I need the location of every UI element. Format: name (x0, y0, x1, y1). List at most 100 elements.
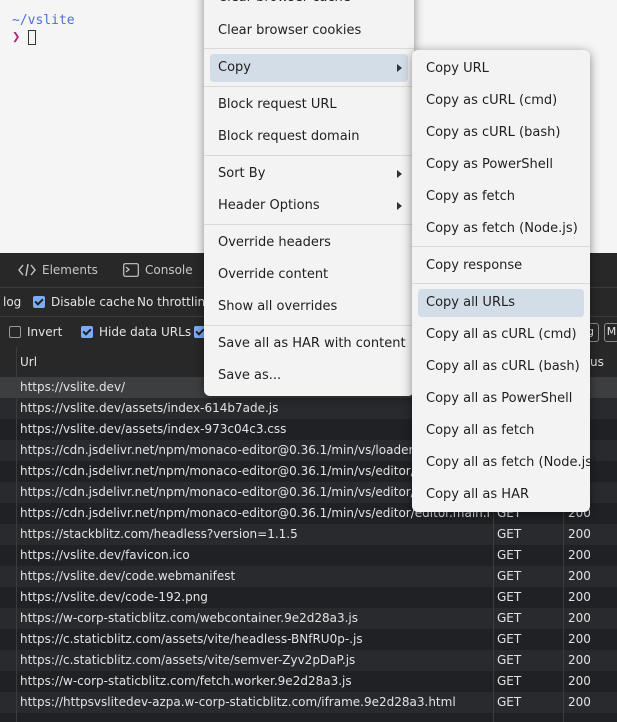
menu-separator (204, 86, 414, 87)
chevron-right-icon (397, 170, 402, 178)
url-cell: https://w-corp-staticblitz.com/fetch.wor… (20, 674, 352, 688)
table-row[interactable]: https://w-corp-staticblitz.com/webcontai… (0, 608, 617, 629)
filter-chip-2[interactable]: M (604, 323, 617, 342)
submenu-item-copy-all-as-curl-cmd[interactable]: Copy all as cURL (cmd) (418, 321, 584, 349)
disable-cache-checkbox[interactable] (33, 296, 45, 308)
submenu-item-label: Copy all as fetch (Node.js) (426, 455, 598, 470)
code-icon (18, 263, 36, 277)
submenu-item-copy-all-as-powershell[interactable]: Copy all as PowerShell (418, 385, 584, 413)
hide-data-urls-label: Hide data URLs (99, 325, 192, 339)
terminal-cursor (28, 30, 36, 45)
table-row[interactable]: https://c.staticblitz.com/assets/vite/se… (0, 650, 617, 671)
method-cell: GET (497, 611, 522, 625)
method-cell: GET (497, 590, 522, 604)
submenu-item-label: Copy all as PowerShell (426, 391, 573, 406)
menu-item-label: Block request domain (218, 129, 360, 144)
submenu-item-label: Copy all as cURL (cmd) (426, 327, 577, 342)
url-cell: https://vslite.dev/code.webmanifest (20, 569, 236, 583)
table-row[interactable]: https://c.staticblitz.com/assets/vite/he… (0, 629, 617, 650)
url-cell: https://stackblitz.com/headless?version=… (20, 527, 298, 541)
menu-item-block-request-domain[interactable]: Block request domain (210, 123, 408, 151)
menu-item-block-request-url[interactable]: Block request URL (210, 91, 408, 119)
menu-item-save-all-as-har-with-content[interactable]: Save all as HAR with content (210, 330, 408, 358)
menu-separator (204, 325, 414, 326)
submenu-item-label: Copy all as HAR (426, 487, 530, 502)
submenu-item-label: Copy as cURL (bash) (426, 125, 561, 140)
menu-separator (412, 246, 590, 247)
menu-item-save-as[interactable]: Save as... (210, 362, 408, 390)
copy-submenu: Copy URL Copy as cURL (cmd) Copy as cURL (… (412, 50, 597, 512)
submenu-item-copy-as-curl-bash[interactable]: Copy as cURL (bash) (418, 119, 584, 147)
method-cell: GET (497, 569, 522, 583)
submenu-item-copy-all-urls[interactable]: Copy all URLs (418, 289, 584, 317)
menu-item-label: Clear browser cache (218, 0, 351, 5)
menu-item-label: Save all as HAR with content (218, 336, 406, 351)
chevron-right-icon (397, 64, 402, 72)
status-cell: 200 (568, 611, 591, 625)
menu-item-header-options[interactable]: Header Options (210, 192, 408, 220)
menu-item-clear-browser-cookies[interactable]: Clear browser cookies (210, 17, 408, 45)
submenu-item-label: Copy as fetch (426, 189, 516, 204)
menu-item-clear-browser-cache[interactable]: Clear browser cache (210, 0, 408, 12)
table-row[interactable]: https://w-corp-staticblitz.com/fetch.wor… (0, 671, 617, 692)
method-cell: GET (497, 674, 522, 688)
status-cell: 200 (568, 695, 591, 709)
tab-console[interactable]: Console (123, 253, 193, 287)
menu-item-override-headers[interactable]: Override headers (210, 229, 408, 257)
table-row[interactable]: https://vslite.dev/code.webmanifest GET 20… (0, 566, 617, 587)
menu-separator (204, 48, 414, 49)
column-divider (16, 347, 17, 722)
url-cell: https://vslite.dev/code-192.png (20, 590, 208, 604)
column-status[interactable]: us (590, 355, 604, 369)
submenu-item-copy-as-fetch[interactable]: Copy as fetch (418, 183, 584, 211)
context-menu: Clear browser cache Clear browser cookies… (204, 0, 414, 396)
menu-item-label: Show all overrides (218, 299, 338, 314)
submenu-item-label: Copy response (426, 258, 523, 273)
submenu-item-copy-all-as-fetch[interactable]: Copy all as fetch (418, 417, 584, 445)
menu-item-label: Override content (218, 267, 329, 282)
table-row[interactable]: https://vslite.dev/code-192.png GET 200 (0, 587, 617, 608)
submenu-item-copy-url[interactable]: Copy URL (418, 55, 584, 83)
menu-item-label: Clear browser cookies (218, 23, 362, 38)
submenu-item-copy-as-powershell[interactable]: Copy as PowerShell (418, 151, 584, 179)
menu-item-label: Override headers (218, 235, 331, 250)
column-url[interactable]: Url (20, 355, 37, 369)
tab-elements-label: Elements (42, 263, 98, 277)
status-cell: 200 (568, 548, 591, 562)
submenu-item-copy-all-as-har[interactable]: Copy all as HAR (418, 481, 584, 509)
submenu-item-label: Copy all URLs (426, 295, 515, 310)
hide-data-urls-checkbox[interactable] (81, 326, 93, 338)
table-row[interactable]: https://httpsvslitedev-azpa.w-corp-stati… (0, 692, 617, 713)
menu-item-show-all-overrides[interactable]: Show all overrides (210, 293, 408, 321)
throttling-select[interactable]: No throttling (137, 295, 213, 309)
status-cell: 200 (568, 569, 591, 583)
menu-item-label: Header Options (218, 198, 320, 213)
menu-item-copy[interactable]: Copy (210, 54, 408, 82)
invert-checkbox[interactable] (9, 326, 21, 338)
menu-separator (204, 155, 414, 156)
table-row[interactable]: https://stackblitz.com/headless?version=… (0, 524, 617, 545)
invert-label: Invert (27, 325, 63, 339)
url-cell: https://c.staticblitz.com/assets/vite/se… (20, 653, 356, 667)
menu-separator (412, 283, 590, 284)
menu-item-sort-by[interactable]: Sort By (210, 160, 408, 188)
submenu-item-copy-all-as-fetch-node-js[interactable]: Copy all as fetch (Node.js) (418, 449, 597, 477)
menu-item-label: Copy (218, 60, 251, 75)
method-cell: GET (497, 695, 522, 709)
submenu-item-copy-response[interactable]: Copy response (418, 252, 584, 280)
status-cell: 200 (568, 590, 591, 604)
submenu-item-copy-as-curl-cmd[interactable]: Copy as cURL (cmd) (418, 87, 584, 115)
submenu-item-label: Copy all as fetch (426, 423, 535, 438)
status-cell: 200 (568, 527, 591, 541)
submenu-item-label: Copy as fetch (Node.js) (426, 221, 578, 236)
submenu-item-copy-all-as-curl-bash[interactable]: Copy all as cURL (bash) (418, 353, 584, 381)
submenu-item-copy-as-fetch-node-js[interactable]: Copy as fetch (Node.js) (418, 215, 584, 243)
method-cell: GET (497, 548, 522, 562)
table-row[interactable]: https://vslite.dev/favicon.ico GET 200 (0, 545, 617, 566)
method-cell: GET (497, 653, 522, 667)
tab-elements[interactable]: Elements (18, 253, 98, 287)
menu-item-override-content[interactable]: Override content (210, 261, 408, 289)
status-cell: 200 (568, 674, 591, 688)
url-cell: https://vslite.dev/favicon.ico (20, 548, 190, 562)
preserve-log-label: log (3, 295, 22, 309)
